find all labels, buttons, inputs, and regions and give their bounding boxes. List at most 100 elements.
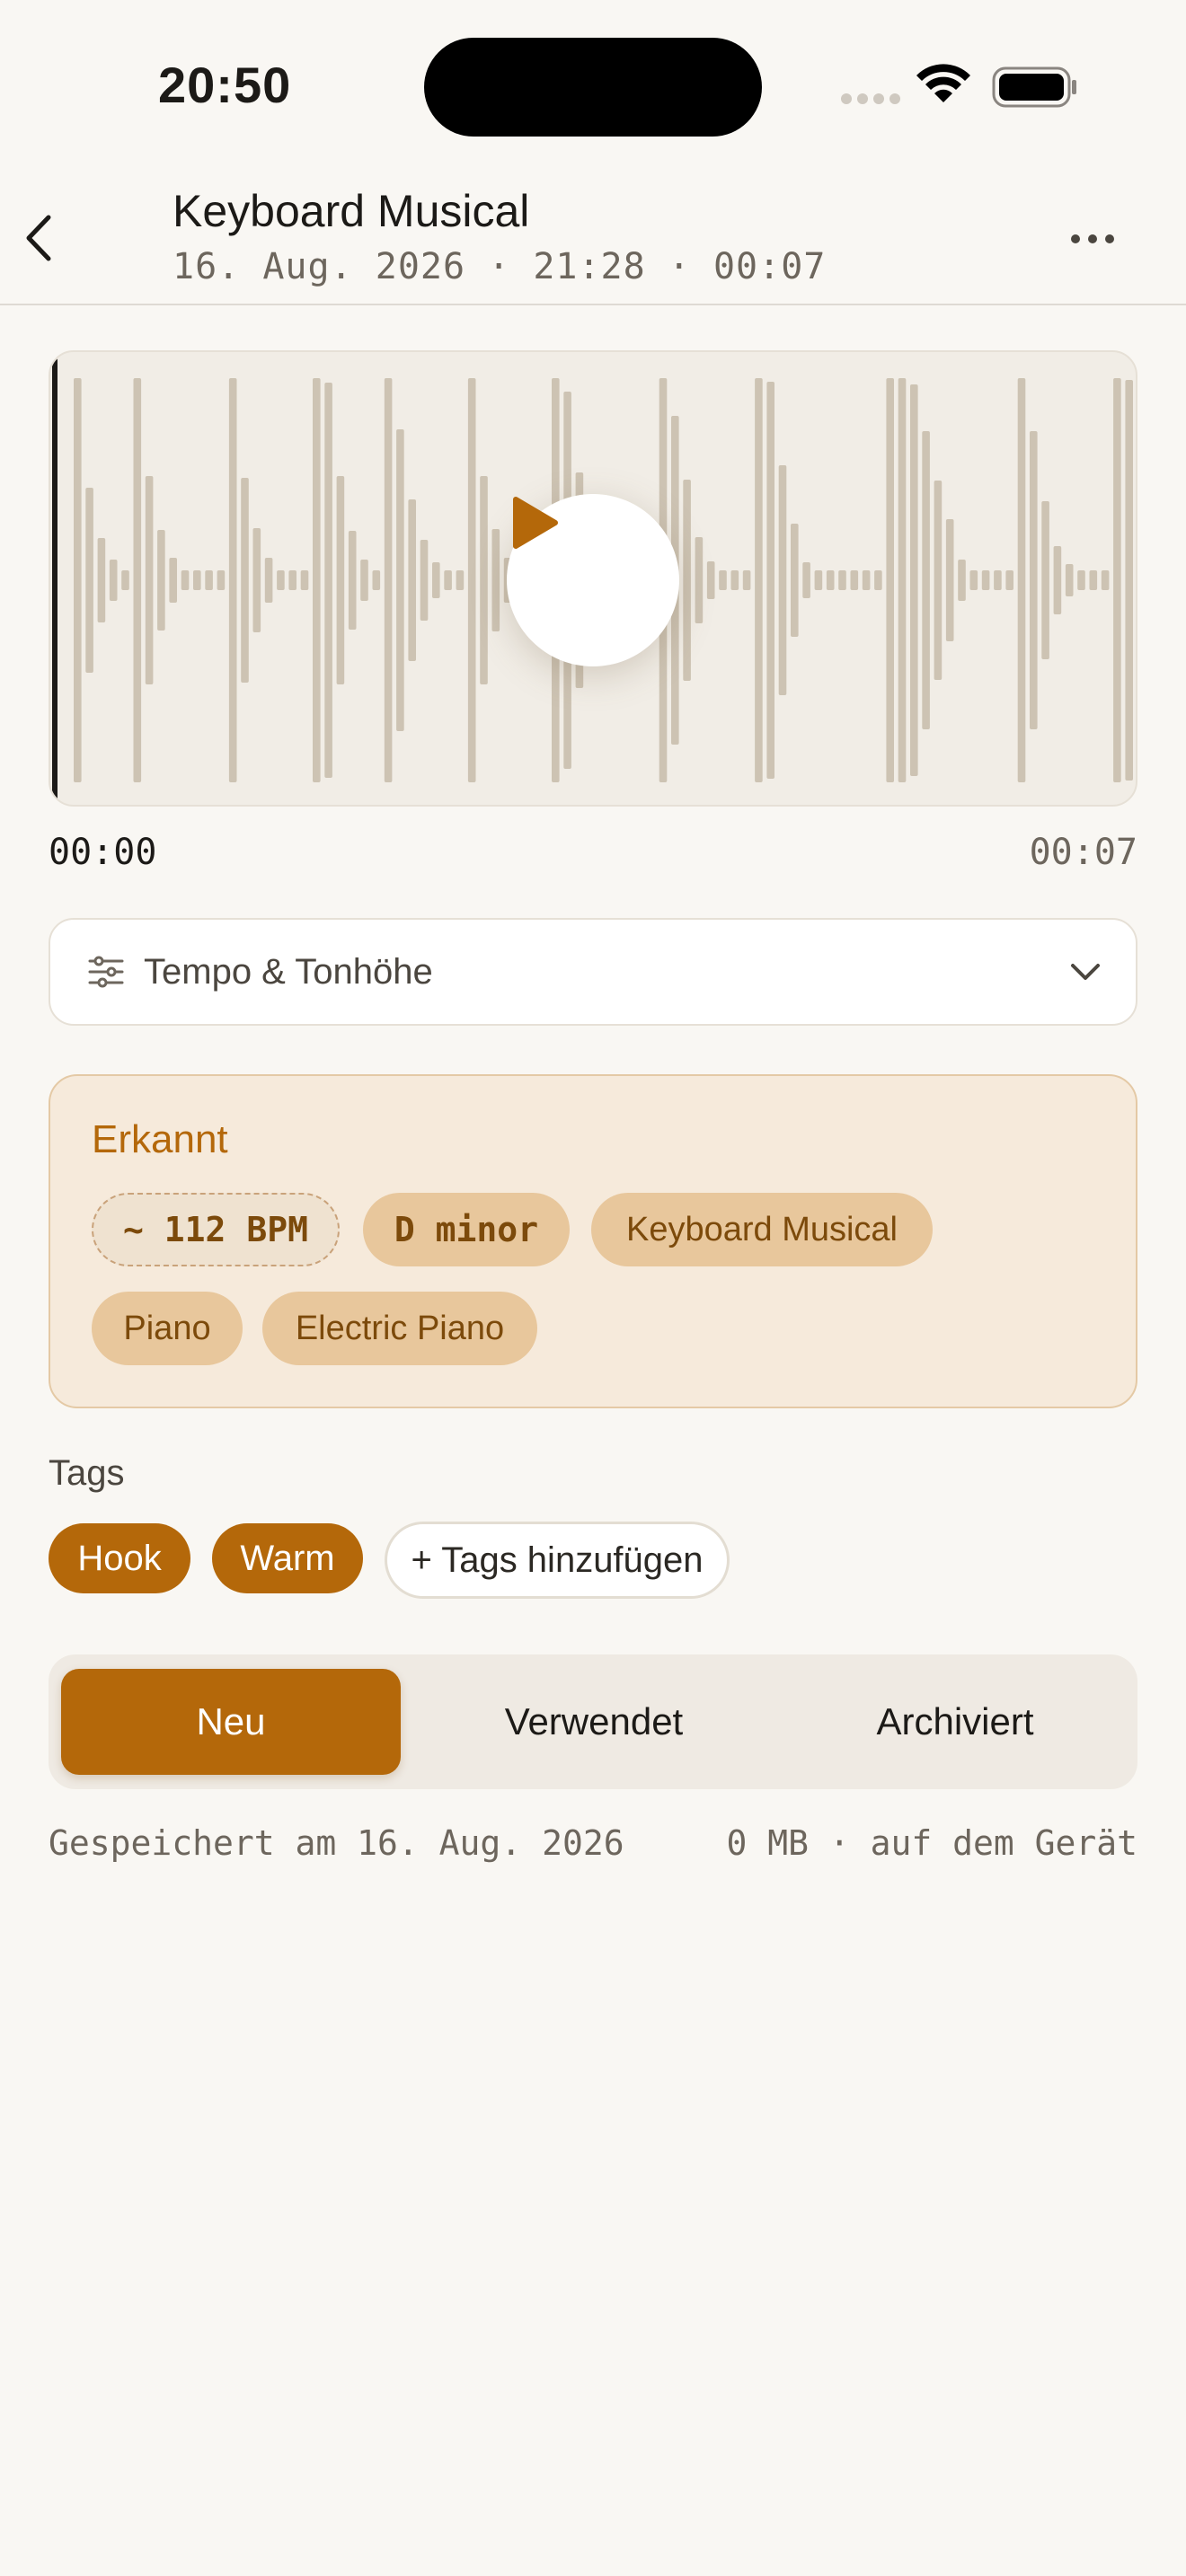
playhead[interactable] bbox=[52, 357, 58, 801]
waveform-bar bbox=[264, 558, 273, 603]
tags-label: Tags bbox=[49, 1453, 125, 1493]
waveform-bar bbox=[755, 378, 763, 782]
waveform-bar bbox=[85, 488, 93, 673]
segment-new[interactable]: Neu bbox=[61, 1669, 401, 1775]
more-options-button[interactable] bbox=[1066, 221, 1120, 257]
waveform-bar bbox=[910, 384, 918, 776]
waveform-bar bbox=[706, 561, 715, 599]
page-title: Keyboard Musical bbox=[173, 186, 530, 236]
waveform-bar bbox=[719, 570, 727, 590]
waveform-bar bbox=[205, 570, 213, 590]
waveform-bar bbox=[252, 528, 261, 632]
waveform-bar bbox=[1065, 564, 1074, 596]
waveform-bar bbox=[313, 378, 321, 782]
file-size: 0 MB · auf dem Gerät bbox=[726, 1823, 1137, 1863]
waveform-bar bbox=[1005, 570, 1013, 590]
waveform-bar bbox=[742, 570, 751, 590]
wifi-icon bbox=[916, 64, 970, 102]
add-tags-button[interactable]: + Tags hinzufügen bbox=[385, 1522, 730, 1599]
waveform-bar bbox=[1113, 378, 1121, 782]
waveform-bar bbox=[241, 478, 249, 683]
waveform-bar bbox=[480, 476, 488, 684]
cellular-signal-icon bbox=[841, 93, 900, 104]
waveform-bar bbox=[121, 570, 129, 590]
waveform-bar bbox=[898, 378, 907, 782]
waveform-bar bbox=[1053, 546, 1062, 614]
waveform-bar bbox=[288, 570, 296, 590]
waveform-bar bbox=[420, 540, 429, 621]
waveform-bar bbox=[456, 570, 465, 590]
waveform-bar bbox=[384, 378, 393, 782]
recording-meta: 16. Aug. 2026 · 21:28 · 00:07 bbox=[173, 246, 827, 287]
chevron-left-icon bbox=[26, 215, 51, 261]
status-time: 20:50 bbox=[158, 57, 292, 113]
waveform-bar bbox=[396, 429, 404, 731]
more-dot bbox=[1071, 234, 1080, 243]
more-dot bbox=[1088, 234, 1097, 243]
status-bar: 20:50 bbox=[0, 0, 1186, 171]
tag-chip[interactable]: Hook bbox=[49, 1523, 190, 1593]
segment-used[interactable]: Verwendet bbox=[424, 1669, 764, 1775]
waveform-bar bbox=[324, 383, 332, 778]
waveform-bar bbox=[695, 537, 704, 623]
waveform-bar bbox=[109, 560, 118, 601]
play-button[interactable] bbox=[507, 494, 679, 666]
waveform-bar bbox=[1077, 570, 1085, 590]
play-icon bbox=[513, 497, 558, 549]
back-button[interactable] bbox=[13, 207, 63, 269]
battery-icon bbox=[992, 66, 1076, 108]
waveform-bar bbox=[277, 570, 285, 590]
detected-heading: Erkannt bbox=[92, 1117, 228, 1161]
waveform-bar bbox=[969, 570, 978, 590]
waveform-bar bbox=[850, 570, 859, 590]
waveform-bar bbox=[372, 570, 381, 590]
waveform-bar bbox=[814, 570, 823, 590]
waveform-bar bbox=[133, 378, 142, 782]
waveform-bar bbox=[981, 570, 990, 590]
category-chip[interactable]: Keyboard Musical bbox=[591, 1193, 933, 1266]
instrument-chip[interactable]: Piano bbox=[92, 1292, 243, 1365]
waveform-bar bbox=[934, 481, 943, 680]
waveform-bar bbox=[169, 558, 177, 603]
waveform-bar bbox=[958, 560, 966, 601]
waveform-card[interactable] bbox=[49, 350, 1137, 807]
waveform-bar bbox=[360, 560, 368, 601]
chevron-down-icon bbox=[1071, 964, 1100, 980]
waveform-bar bbox=[157, 530, 165, 631]
tag-chip[interactable]: Warm bbox=[212, 1523, 363, 1593]
waveform-bar bbox=[1030, 431, 1038, 729]
waveform-bar bbox=[766, 382, 774, 779]
waveform-bar bbox=[778, 465, 787, 695]
waveform-bar bbox=[467, 378, 476, 782]
waveform-bar bbox=[826, 570, 835, 590]
waveform-bar bbox=[994, 570, 1002, 590]
waveform-bar bbox=[683, 480, 691, 681]
waveform-bar bbox=[1041, 501, 1049, 659]
instrument-chip[interactable]: Electric Piano bbox=[262, 1292, 537, 1365]
waveform-bar bbox=[181, 570, 190, 590]
waveform-bar bbox=[217, 570, 226, 590]
sliders-icon bbox=[88, 956, 124, 988]
bpm-chip[interactable]: ~ 112 BPM bbox=[92, 1193, 340, 1266]
segment-archived[interactable]: Archiviert bbox=[785, 1669, 1125, 1775]
current-time: 00:00 bbox=[49, 832, 157, 873]
waveform-bar bbox=[1101, 570, 1110, 590]
waveform-bar bbox=[408, 499, 416, 661]
waveform-bar bbox=[432, 562, 440, 598]
status-segmented-control: Neu Verwendet Archiviert bbox=[49, 1654, 1137, 1789]
waveform-bar bbox=[886, 378, 894, 782]
waveform-bar bbox=[1089, 570, 1098, 590]
saved-date: Gespeichert am 16. Aug. 2026 bbox=[49, 1823, 624, 1863]
waveform-bar bbox=[74, 378, 82, 782]
waveform-bar bbox=[1017, 378, 1026, 782]
waveform-bar bbox=[838, 570, 846, 590]
waveform-bar bbox=[874, 570, 882, 590]
waveform-bar bbox=[491, 529, 500, 631]
waveform-bar bbox=[145, 476, 154, 684]
more-dot bbox=[1105, 234, 1114, 243]
waveform-bar bbox=[862, 570, 871, 590]
waveform-bar bbox=[336, 476, 345, 684]
detail-header: Keyboard Musical 16. Aug. 2026 · 21:28 ·… bbox=[0, 171, 1186, 305]
key-chip[interactable]: D minor bbox=[363, 1193, 570, 1266]
tempo-pitch-expander[interactable]: Tempo & Tonhöhe bbox=[49, 918, 1137, 1026]
